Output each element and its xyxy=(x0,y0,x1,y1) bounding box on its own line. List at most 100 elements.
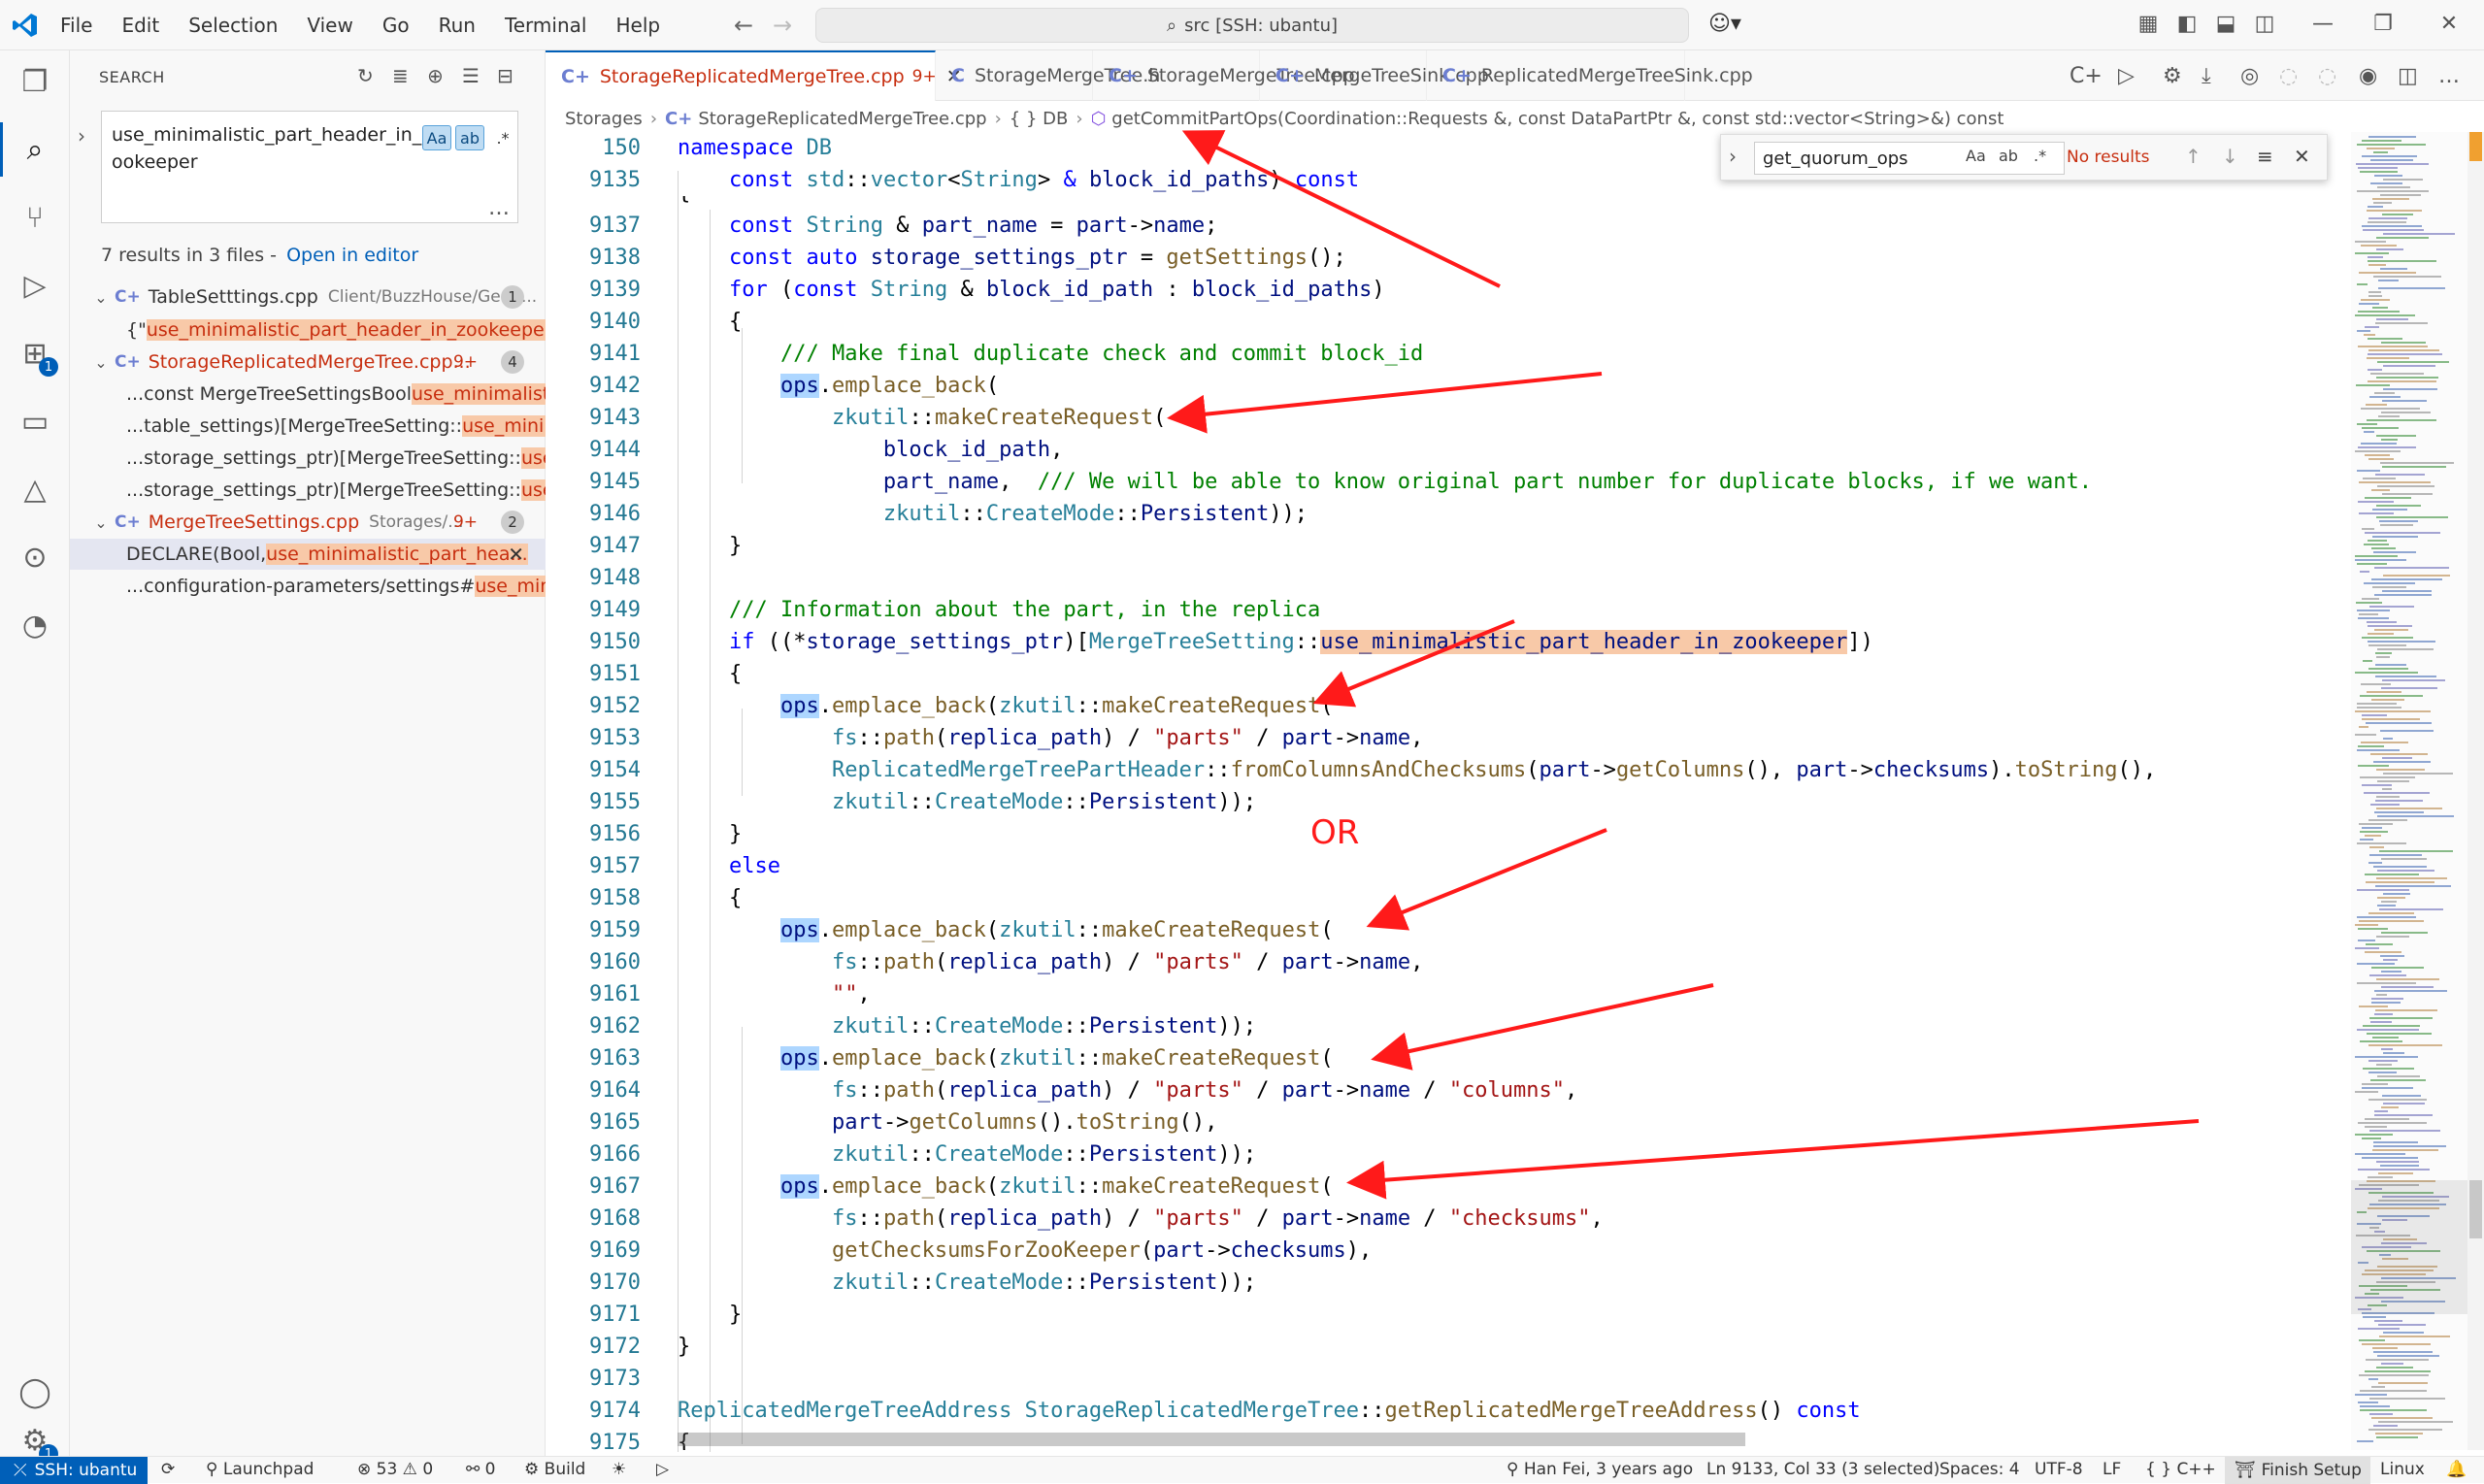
result-match-row-selected[interactable]: DECLARE(Bool, use_minimalistic_part_hea.… xyxy=(70,539,546,570)
toggle-replace-chevron-icon[interactable]: › xyxy=(1729,145,1737,168)
debug-icon[interactable]: ☀ xyxy=(612,1460,626,1479)
extensions-icon[interactable]: ⊞ 1 xyxy=(14,332,58,377)
tab-replicated-merge-tree-sink-cpp[interactable]: C+ ReplicatedMergeTreeSink.cpp xyxy=(1427,50,1753,101)
language-mode[interactable]: { } C++ xyxy=(2145,1460,2216,1479)
git-graph-icon[interactable]: ⊙ xyxy=(14,536,56,578)
menu-file[interactable]: File xyxy=(60,14,92,37)
open-in-editor-link[interactable]: Open in editor xyxy=(286,245,418,266)
view-as-tree-icon[interactable]: ☰ xyxy=(462,64,480,87)
toggle-sidebar-icon[interactable]: ◧ xyxy=(2174,12,2200,37)
more-options-icon[interactable]: … xyxy=(488,196,510,220)
overflow-tab-icon[interactable]: C+ xyxy=(2070,64,2103,88)
account-icon[interactable]: ◯ xyxy=(14,1370,56,1413)
toggle-panel-icon[interactable]: ⬓ xyxy=(2213,12,2238,37)
new-search-editor-icon[interactable]: ⊕ xyxy=(427,64,444,87)
match-whole-word-toggle[interactable]: ab xyxy=(455,125,484,150)
close-window-icon[interactable]: ✕ xyxy=(2436,12,2462,37)
back-arrow-icon[interactable]: ← xyxy=(734,12,753,39)
copilot-icon[interactable]: ☺▾ xyxy=(1708,12,1741,36)
split-editor-icon[interactable]: ◫ xyxy=(2398,64,2418,88)
remote-indicator[interactable]: ⤫ SSH: ubantu xyxy=(0,1457,148,1484)
scrollbar-thumb[interactable] xyxy=(2469,1180,2482,1238)
menu-edit[interactable]: Edit xyxy=(121,14,159,37)
next-change-icon[interactable]: ◌ xyxy=(2318,64,2336,88)
minimize-icon[interactable]: — xyxy=(2310,12,2335,37)
command-center[interactable]: ⌕ src [SSH: ubantu] xyxy=(815,8,1689,43)
timeline-icon[interactable]: ◔ xyxy=(14,604,56,646)
menu-go[interactable]: Go xyxy=(382,14,410,37)
clear-results-icon[interactable]: ≣ xyxy=(392,64,409,87)
source-control-icon[interactable]: ⑂ xyxy=(14,196,56,239)
more-actions-icon[interactable]: … xyxy=(2438,64,2460,88)
code-editor[interactable]: 150 namespace DB 9135 const std::vector<S… xyxy=(546,132,2351,1452)
menu-run[interactable]: Run xyxy=(439,14,476,37)
run-file-icon[interactable]: ▷ xyxy=(2118,64,2135,88)
find-in-selection-icon[interactable]: ≡ xyxy=(2257,145,2273,168)
cmake-icon[interactable]: △ xyxy=(14,468,56,511)
collapse-all-icon[interactable]: ⊟ xyxy=(497,64,513,87)
tab-storage-merge-tree-cpp[interactable]: C+ StorageMergeTree.cpp xyxy=(1093,50,1355,101)
run-debug-icon[interactable]: ▷ xyxy=(14,264,56,307)
result-match-row[interactable]: ...configuration-parameters/settings# use… xyxy=(70,571,546,602)
cursor-position[interactable]: Ln 9133, Col 33 (3 selected) xyxy=(1706,1460,1939,1479)
end-of-line[interactable]: LF xyxy=(2103,1460,2121,1479)
use-regex-toggle[interactable]: .* xyxy=(488,125,517,150)
dismiss-result-icon[interactable]: ✕ xyxy=(508,543,524,566)
forward-arrow-icon[interactable]: → xyxy=(773,12,792,39)
search-input[interactable]: use_minimalistic_part_header_in_zookeepe… xyxy=(101,111,518,223)
ports-item[interactable]: ⚯ 0 xyxy=(466,1460,495,1479)
close-find-icon[interactable]: ✕ xyxy=(2294,145,2310,168)
menu-view[interactable]: View xyxy=(307,14,352,37)
git-blame-item[interactable]: ⚲ Han Fei, 3 years ago xyxy=(1507,1460,1693,1479)
customize-layout-icon[interactable]: ▦ xyxy=(2136,12,2161,37)
find-regex-toggle[interactable]: .* xyxy=(2034,147,2046,165)
result-match-row[interactable]: ...storage_settings_ptr)[MergeTreeSettin… xyxy=(70,443,546,474)
open-changes-icon[interactable]: ◉ xyxy=(2359,64,2377,88)
vertical-scrollbar[interactable] xyxy=(2467,132,2484,1450)
menu-selection[interactable]: Selection xyxy=(188,14,278,37)
tab-merge-tree-sink-cpp[interactable]: C+ MergeTreeSink.cpp xyxy=(1260,50,1489,101)
notifications-bell-icon[interactable]: 🔔 xyxy=(2446,1460,2467,1479)
find-input[interactable]: get_quorum_ops xyxy=(1754,142,2065,175)
match-case-toggle[interactable]: Aa xyxy=(422,125,451,150)
indentation[interactable]: Spaces: 4 xyxy=(1939,1460,2020,1479)
prev-change-icon[interactable]: ◌ xyxy=(2279,64,2298,88)
menu-help[interactable]: Help xyxy=(615,14,660,37)
find-whole-word-toggle[interactable]: ab xyxy=(1999,147,2018,165)
result-match-row[interactable]: ...storage_settings_ptr)[MergeTreeSettin… xyxy=(70,475,546,506)
toggle-replace-chevron-icon[interactable]: › xyxy=(78,124,85,148)
find-match-case-toggle[interactable]: Aa xyxy=(1966,147,1986,165)
result-match-row[interactable]: ...table_settings)[MergeTreeSetting:: use… xyxy=(70,411,546,442)
os-indicator[interactable]: Linux xyxy=(2380,1460,2425,1479)
finish-setup-button[interactable]: ⛩ Finish Setup xyxy=(2225,1457,2370,1484)
breadcrumb-file[interactable]: StorageReplicatedMergeTree.cpp xyxy=(698,109,986,129)
result-file-row[interactable]: ⌄ C+ TableSetttings.cpp Client/BuzzHouse… xyxy=(70,281,546,313)
breadcrumb-method[interactable]: getCommitPartOps(Coordination::Requests … xyxy=(1111,109,2004,129)
menu-terminal[interactable]: Terminal xyxy=(505,14,587,37)
result-match-row[interactable]: {" use_minimalistic_part_header_in_zookee… xyxy=(70,314,546,346)
problems-item[interactable]: ⊗ 53 ⚠ 0 xyxy=(357,1460,433,1479)
restore-icon[interactable]: ❐ xyxy=(2370,12,2396,37)
search-activity-icon[interactable]: ⌕ xyxy=(0,122,56,177)
build-item[interactable]: ⚙ Build xyxy=(524,1460,585,1479)
breadcrumb-namespace[interactable]: { } DB xyxy=(1010,109,1069,129)
timeline-history-icon[interactable]: ◎ xyxy=(2240,64,2259,88)
refresh-icon[interactable]: ↻ xyxy=(357,64,374,87)
tab-storage-merge-tree-h[interactable]: C StorageMergeTree.h xyxy=(936,50,1160,101)
tab-storage-replicated-merge-tree-cpp[interactable]: C+ StorageReplicatedMergeTree.cpp 9+ ✕ xyxy=(546,50,962,101)
horizontal-scrollbar[interactable] xyxy=(678,1433,1745,1446)
sync-icon[interactable]: ⟳ xyxy=(161,1460,175,1479)
breadcrumb-folder[interactable]: Storages xyxy=(565,109,643,129)
result-match-row[interactable]: ...const MergeTreeSettingsBool use_minim… xyxy=(70,379,546,410)
result-file-row[interactable]: ⌄ C+ MergeTreeSettings.cpp Storages/... … xyxy=(70,507,546,538)
previous-match-icon[interactable]: ↑ xyxy=(2185,145,2202,168)
minimap-slider[interactable] xyxy=(2351,1180,2467,1314)
gear-icon[interactable]: ⚙ xyxy=(2163,64,2182,88)
result-file-row[interactable]: ⌄ C+ StorageReplicatedMergeTree.cpp... 9… xyxy=(70,346,546,378)
toggle-secondary-sidebar-icon[interactable]: ◫ xyxy=(2252,12,2277,37)
minimap[interactable] xyxy=(2351,132,2467,1450)
download-icon[interactable]: ⤓ xyxy=(2202,64,2211,88)
encoding[interactable]: UTF-8 xyxy=(2035,1460,2083,1479)
launchpad-item[interactable]: ⚲ Launchpad xyxy=(206,1460,314,1479)
next-match-icon[interactable]: ↓ xyxy=(2222,145,2238,168)
